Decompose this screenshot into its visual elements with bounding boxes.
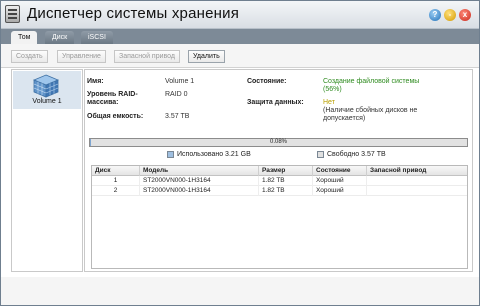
manage-button[interactable]: Управление [57, 50, 106, 63]
state-label: Состояние: [247, 78, 287, 85]
disk-table-header: Диск Модель Размер Состояние Запасной пр… [92, 166, 467, 176]
disk-status-cell: Хороший [313, 186, 367, 196]
title-bar: Диспетчер системы хранения ? - x [1, 1, 479, 29]
table-row[interactable]: 2 ST2000VN000-1H3164 1.82 TB Хороший [92, 186, 467, 196]
delete-button[interactable]: Удалить [188, 50, 225, 63]
create-button[interactable]: Создать [11, 50, 48, 63]
minimize-button[interactable]: - [444, 9, 456, 21]
disk-spare-cell [367, 186, 467, 196]
disk-status-cell: Хороший [313, 176, 367, 186]
help-button[interactable]: ? [429, 9, 441, 21]
disk-size-cell: 1.82 TB [259, 176, 313, 186]
name-label: Имя: [87, 78, 104, 85]
tab-iscsi[interactable]: iSCSI [81, 31, 113, 44]
used-legend-label: Использовано 3.21 GB [177, 151, 251, 158]
disk-size-cell: 1.82 TB [259, 186, 313, 196]
column-header-model[interactable]: Модель [140, 166, 259, 176]
spare-drive-button[interactable]: Запасной привод [114, 50, 180, 63]
total-capacity-label: Общая емкость: [87, 113, 144, 120]
cube-volume-icon [33, 74, 59, 98]
raid-level-value: RAID 0 [165, 91, 188, 98]
column-header-disk[interactable]: Диск [92, 166, 140, 176]
column-header-status[interactable]: Состояние [313, 166, 367, 176]
disk-model-cell: ST2000VN000-1H3164 [140, 176, 259, 186]
data-protection-note-line2: допускается) [323, 115, 366, 122]
volume-list-item-label: Volume 1 [32, 98, 62, 105]
tab-disk[interactable]: Диск [45, 31, 75, 44]
usage-percent: 0.08% [269, 139, 287, 145]
storage-manager-window: Диспетчер системы хранения ? - x Том Дис… [0, 0, 480, 306]
tab-bar: Том Диск iSCSI [1, 29, 479, 44]
total-capacity-value: 3.57 TB [165, 113, 190, 120]
storage-manager-app-icon [5, 5, 20, 23]
tab-volume[interactable]: Том [11, 31, 38, 44]
close-button[interactable]: x [459, 9, 471, 21]
table-row[interactable]: 1 ST2000VN000-1H3164 1.82 TB Хороший [92, 176, 467, 186]
data-protection-value: Нет [323, 99, 335, 106]
data-protection-note-line1: (Наличие сбойных дисков не [323, 107, 418, 114]
disk-number-cell: 2 [92, 186, 140, 196]
disk-spare-cell [367, 176, 467, 186]
toolbar: Создать Управление Запасной привод Удали… [1, 44, 479, 68]
disk-model-cell: ST2000VN000-1H3164 [140, 186, 259, 196]
disk-table: Диск Модель Размер Состояние Запасной пр… [91, 165, 468, 269]
volume-details-panel: Имя: Volume 1 Уровень RAID- массива: RAI… [84, 69, 473, 272]
disk-number-cell: 1 [92, 176, 140, 186]
volume-list-item[interactable]: Volume 1 [13, 71, 81, 109]
state-value: Создание файловой системы [323, 78, 420, 85]
state-progress-value: (56%) [323, 86, 342, 93]
free-legend-label: Свободно 3.57 TB [327, 151, 386, 158]
usage-progress-bar: 0.08% [89, 138, 468, 147]
column-header-size[interactable]: Размер [259, 166, 313, 176]
column-header-spare[interactable]: Запасной привод [367, 166, 467, 176]
name-value: Volume 1 [165, 78, 195, 85]
window-title: Диспетчер системы хранения [27, 5, 240, 22]
data-protection-label: Защита данных: [247, 99, 304, 106]
status-bar [1, 277, 479, 305]
volume-list: Volume 1 [11, 69, 83, 272]
used-legend-swatch [167, 151, 174, 158]
raid-level-label-line2: массива: [87, 99, 119, 106]
free-legend-swatch [317, 151, 324, 158]
raid-level-label-line1: Уровень RAID- [87, 91, 138, 98]
